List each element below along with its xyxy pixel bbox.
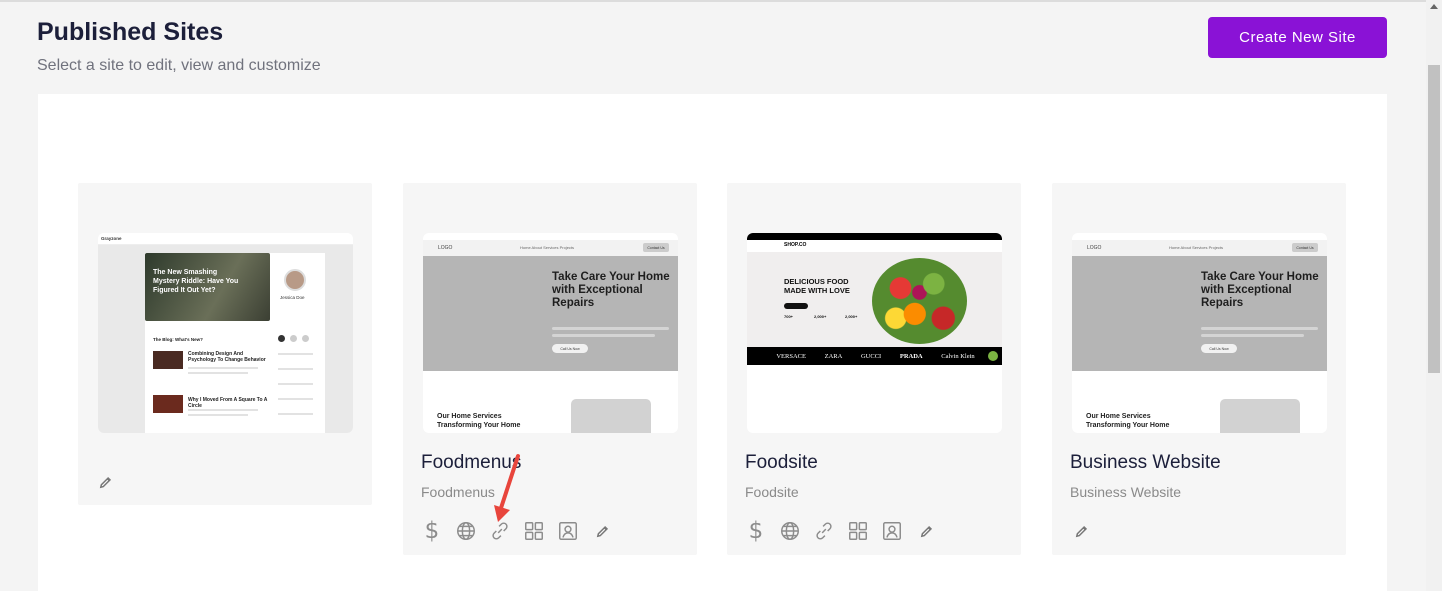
preview-contact-button: Contact Us xyxy=(643,243,669,252)
preview-brands: VERSACE ZARA GUCCI PRADA Calvin Klein xyxy=(747,347,1002,365)
site-subtitle: Foodmenus xyxy=(421,484,495,500)
preview-nav: Grayzone xyxy=(98,233,353,245)
preview-section: The Blog: What's New? xyxy=(153,337,203,342)
preview-logo: SHOP.CO xyxy=(784,242,807,248)
site-card: LOGO Home About Services Projects Contac… xyxy=(403,183,697,555)
pencil-icon[interactable] xyxy=(589,518,615,544)
site-name[interactable]: Business Website xyxy=(1070,452,1221,474)
contact-icon[interactable] xyxy=(879,518,905,544)
dollar-icon[interactable]: $ xyxy=(419,518,445,544)
site-actions xyxy=(1068,518,1094,544)
link-icon[interactable] xyxy=(811,518,837,544)
globe-icon[interactable] xyxy=(453,518,479,544)
annotation-arrow xyxy=(494,454,520,522)
preview-post-title: Why I Moved From A Square To A Circle xyxy=(188,397,268,409)
site-actions: $ xyxy=(743,518,939,544)
site-preview[interactable]: Grayzone The New Smashing Mystery Riddle… xyxy=(98,233,353,433)
scrollbar-thumb[interactable] xyxy=(1428,65,1440,373)
edit-site-button[interactable] xyxy=(98,475,116,493)
preview-logo: LOGO xyxy=(1087,245,1102,251)
pencil-icon[interactable] xyxy=(1068,518,1094,544)
preview-stat: 700+ xyxy=(784,314,794,319)
preview-contact-button: Contact Us xyxy=(1292,243,1318,252)
site-card: SHOP.CO DELICIOUS FOOD MADE WITH LOVE 70… xyxy=(727,183,1021,555)
preview-call-button: Call Us Now xyxy=(552,344,588,353)
sites-panel: Grayzone The New Smashing Mystery Riddle… xyxy=(38,94,1387,591)
pencil-icon xyxy=(99,476,112,489)
preview-section: Our Home Services Transforming Your Home xyxy=(437,413,521,429)
site-subtitle: Foodsite xyxy=(745,484,799,500)
preview-fruit-image xyxy=(872,258,967,344)
preview-avatar xyxy=(284,269,306,291)
site-name[interactable]: Foodsite xyxy=(745,452,818,474)
preview-stat: 2,000+ xyxy=(814,314,827,319)
preview-nav: Home About Services Projects xyxy=(520,245,575,250)
preview-brand: Grayzone xyxy=(101,236,122,241)
preview-hero-title: Take Care Your Home with Exceptional Rep… xyxy=(552,271,670,310)
globe-icon[interactable] xyxy=(777,518,803,544)
site-card: Grayzone The New Smashing Mystery Riddle… xyxy=(78,183,372,505)
preview-call-button: Call Us Now xyxy=(1201,344,1237,353)
preview-logo: LOGO xyxy=(438,245,453,251)
site-card: LOGO Home About Services Projects Contac… xyxy=(1052,183,1346,555)
site-subtitle: Business Website xyxy=(1070,484,1182,500)
site-preview[interactable]: LOGO Home About Services Projects Contac… xyxy=(1072,233,1327,433)
create-new-site-button[interactable]: Create New Site xyxy=(1208,17,1387,58)
scrollbar-track[interactable] xyxy=(1426,0,1442,591)
preview-hero-title: The New Smashing Mystery Riddle: Have Yo… xyxy=(153,269,239,294)
grid-icon[interactable] xyxy=(845,518,871,544)
preview-author: Jessica Doe xyxy=(280,295,305,300)
scroll-up-arrow[interactable] xyxy=(1430,4,1438,9)
contact-icon[interactable] xyxy=(555,518,581,544)
preview-hero-title: Take Care Your Home with Exceptional Rep… xyxy=(1201,271,1319,310)
site-preview[interactable]: LOGO Home About Services Projects Contac… xyxy=(423,233,678,433)
pencil-icon[interactable] xyxy=(913,518,939,544)
page-title: Published Sites xyxy=(37,18,224,46)
preview-post-title: Combining Design And Psychology To Chang… xyxy=(188,351,266,363)
page-subtitle: Select a site to edit, view and customiz… xyxy=(37,57,321,74)
top-divider xyxy=(0,0,1426,2)
preview-section: Our Home Services Transforming Your Home xyxy=(1086,413,1170,429)
site-preview[interactable]: SHOP.CO DELICIOUS FOOD MADE WITH LOVE 70… xyxy=(747,233,1002,433)
preview-stat: 2,000+ xyxy=(845,314,858,319)
dollar-icon[interactable]: $ xyxy=(743,518,769,544)
preview-nav: Home About Services Projects xyxy=(1169,245,1224,250)
preview-hero-title: DELICIOUS FOOD MADE WITH LOVE xyxy=(784,277,850,295)
